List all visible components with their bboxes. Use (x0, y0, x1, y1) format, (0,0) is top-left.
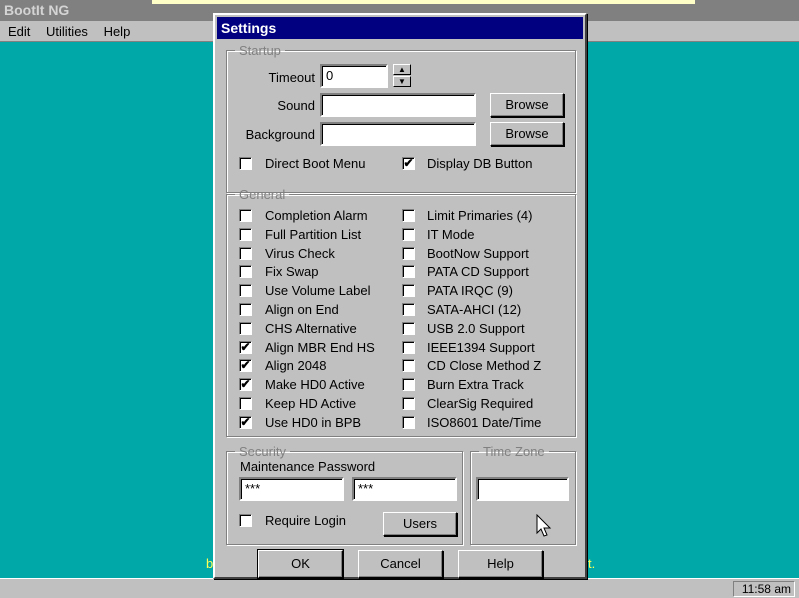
general-right-checkbox[interactable] (402, 340, 415, 354)
display-db-button-label: Display DB Button (427, 156, 533, 171)
general-right-checkbox[interactable] (402, 284, 415, 298)
general-left-checkbox[interactable]: ✔ (239, 358, 252, 373)
menu-utilities[interactable]: Utilities (46, 21, 88, 42)
background-browse-button[interactable]: Browse (490, 122, 564, 146)
title-notch (152, 0, 695, 4)
menu-edit[interactable]: Edit (8, 21, 30, 42)
general-left-label: Full Partition List (265, 226, 362, 242)
general-right-checkbox[interactable] (402, 415, 415, 429)
timeout-label: Timeout (268, 70, 315, 85)
general-right-label: ClearSig Required (427, 396, 534, 411)
general-right-checkbox[interactable] (402, 227, 415, 241)
general-right-label: ISO8601 Date/Time (427, 414, 542, 430)
general-right-label: SATA-AHCI (12) (427, 302, 522, 317)
settings-dialog: Settings Startup Timeout 0 ▲ ▼ Sound Bro… (213, 13, 587, 579)
general-right-label: PATA CD Support (427, 264, 529, 280)
general-right-label: IT Mode (427, 226, 475, 242)
checkmark-icon: ✔ (240, 339, 251, 354)
arrow-down-icon: ▼ (398, 77, 406, 86)
password-confirm-input[interactable]: *** (352, 477, 457, 501)
require-login-checkbox[interactable] (239, 514, 252, 527)
background-input[interactable] (320, 122, 476, 146)
general-right-label: Limit Primaries (4) (427, 208, 533, 223)
help-button[interactable]: Help (458, 550, 543, 578)
general-right-label: CD Close Method Z (427, 358, 542, 374)
general-left-label: Completion Alarm (265, 208, 368, 223)
background-label: Background (245, 127, 315, 142)
general-right-label: Burn Extra Track (427, 377, 524, 393)
general-left-label: Virus Check (265, 245, 335, 261)
general-left-checkbox[interactable]: ✔ (239, 339, 252, 354)
checkmark-icon: ✔ (240, 414, 251, 429)
app-title: BootIt NG (4, 2, 70, 18)
general-left-checkbox[interactable] (239, 303, 252, 316)
general-left-label: Make HD0 Active (265, 377, 365, 393)
background-text-right: t. (588, 556, 596, 571)
clock: 11:58 am (733, 581, 795, 597)
direct-boot-menu-label: Direct Boot Menu (265, 156, 366, 171)
general-right-label: BootNow Support (427, 245, 529, 261)
timeout-spin-down[interactable]: ▼ (393, 76, 411, 87)
general-left-checkbox[interactable]: ✔ (239, 377, 252, 392)
timeout-spin-up[interactable]: ▲ (393, 64, 411, 75)
general-right-checkbox[interactable] (402, 321, 415, 335)
status-bar: 11:58 am (0, 578, 799, 598)
general-right-checkbox[interactable] (402, 265, 415, 279)
users-button[interactable]: Users (383, 512, 457, 536)
general-left-label: Fix Swap (265, 264, 319, 280)
sound-browse-button[interactable]: Browse (490, 93, 564, 117)
general-left-label: CHS Alternative (265, 320, 357, 336)
general-left-label: Align on End (265, 302, 339, 317)
general-left-checkbox[interactable] (239, 227, 252, 241)
cancel-button[interactable]: Cancel (358, 550, 443, 578)
general-right-checkbox[interactable] (402, 303, 415, 316)
menu-help[interactable]: Help (104, 21, 131, 42)
security-legend: Security (239, 444, 286, 459)
general-left-label: Align MBR End HS (265, 339, 375, 355)
general-left-checkbox[interactable] (239, 397, 252, 410)
display-db-button-checkbox[interactable]: ✔ (402, 157, 415, 170)
maintenance-password-label: Maintenance Password (240, 459, 376, 474)
arrow-up-icon: ▲ (398, 65, 406, 74)
general-left-checkbox[interactable] (239, 265, 252, 279)
sound-label: Sound (277, 98, 315, 113)
general-right-label: PATA IRQC (9) (427, 283, 513, 299)
general-left-label: Use Volume Label (265, 283, 371, 299)
general-left-label: Use HD0 in BPB (265, 414, 362, 430)
general-right-label: USB 2.0 Support (427, 320, 525, 336)
dialog-title: Settings (217, 17, 583, 39)
sound-input[interactable] (320, 93, 476, 117)
general-legend: General (239, 187, 286, 202)
password-input[interactable]: *** (239, 477, 344, 501)
timeout-input[interactable]: 0 (320, 64, 388, 88)
checkmark-icon: ✔ (240, 377, 251, 392)
general-left-checkbox[interactable] (239, 209, 252, 222)
general-left-label: Align 2048 (265, 358, 327, 374)
general-left-checkbox[interactable] (239, 284, 252, 298)
startup-legend: Startup (239, 43, 281, 58)
mouse-pointer-icon (536, 514, 552, 537)
general-left-checkbox[interactable] (239, 246, 252, 260)
checkmark-icon: ✔ (240, 358, 251, 373)
general-right-checkbox[interactable] (402, 246, 415, 260)
general-left-checkbox[interactable]: ✔ (239, 414, 252, 429)
general-left-checkbox[interactable] (239, 321, 252, 335)
direct-boot-menu-checkbox[interactable] (239, 157, 252, 170)
general-right-checkbox[interactable] (402, 378, 415, 392)
checkmark-icon: ✔ (403, 156, 414, 170)
general-right-checkbox[interactable] (402, 359, 415, 373)
general-left-label: Keep HD Active (265, 396, 357, 411)
require-login-label: Require Login (265, 513, 346, 528)
general-right-checkbox[interactable] (402, 397, 415, 410)
general-right-label: IEEE1394 Support (427, 339, 535, 355)
timezone-legend: Time Zone (483, 444, 545, 459)
ok-button[interactable]: OK (257, 549, 344, 579)
timezone-input[interactable] (476, 477, 569, 501)
general-right-checkbox[interactable] (402, 209, 415, 222)
